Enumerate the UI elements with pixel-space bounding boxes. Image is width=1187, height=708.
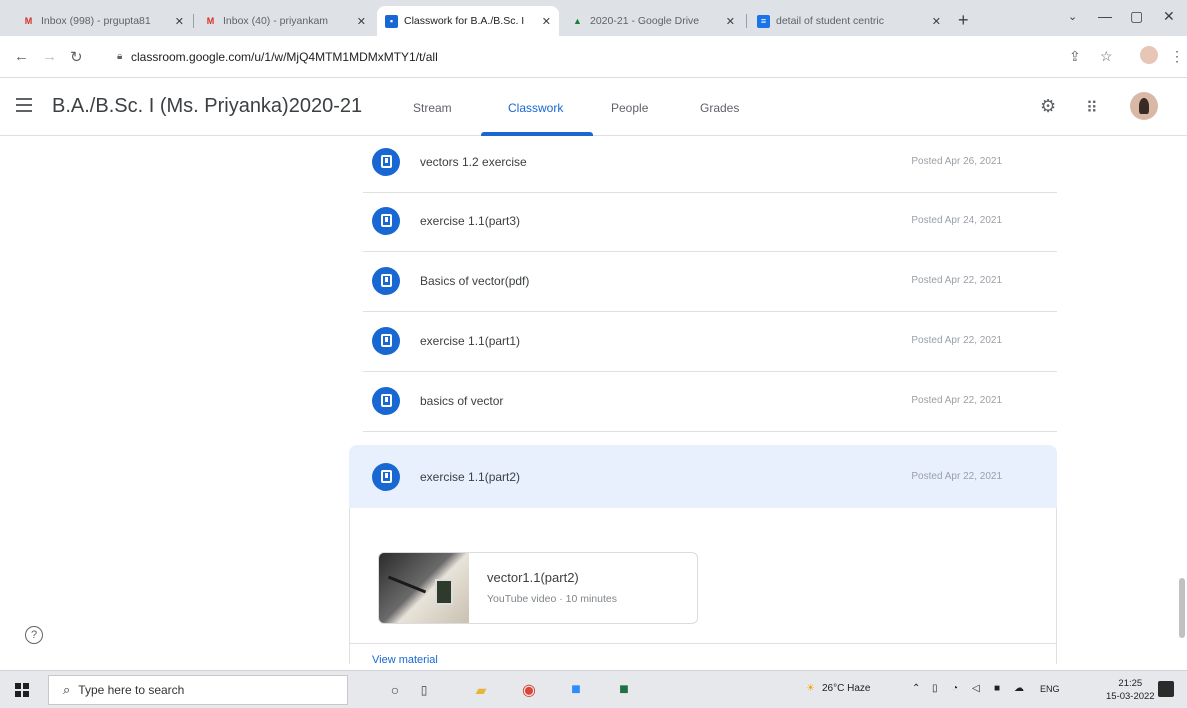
material-icon	[372, 386, 400, 415]
tab-people[interactable]: People	[611, 101, 648, 115]
share-icon[interactable]: ⇪	[1069, 48, 1081, 65]
classwork-item[interactable]: basics of vector Posted Apr 22, 2021	[363, 370, 1057, 432]
address-bar[interactable]: classroom.google.com/u/1/w/MjQ4MTM1MDMxM…	[131, 50, 438, 64]
tab-separator	[193, 14, 194, 28]
material-icon	[372, 326, 400, 355]
item-title: exercise 1.1(part3)	[420, 213, 521, 228]
task-view-icon[interactable]: ▯	[413, 679, 435, 701]
tab-separator	[746, 14, 747, 28]
taskbar-search[interactable]: ⌕ Type here to search	[48, 675, 348, 705]
browser-toolbar: ← → ↻ 🔒︎ classroom.google.com/u/1/w/MjQ4…	[0, 36, 1187, 78]
classwork-item[interactable]: vectors 1.2 exercise Posted Apr 26, 2021	[363, 131, 1057, 193]
new-tab-button[interactable]: +	[958, 10, 969, 31]
browser-tab-strip: M Inbox (998) - prgupta81 ✕ M Inbox (40)…	[0, 0, 1187, 36]
classroom-header: B.A./B.Sc. I (Ms. Priyanka)2020-21 Strea…	[0, 78, 1187, 136]
minimize-button[interactable]: —	[1098, 8, 1112, 24]
window-close-button[interactable]: ✕	[1163, 8, 1175, 25]
main-menu-icon[interactable]	[16, 98, 32, 112]
network-icon[interactable]: ◔	[952, 683, 958, 694]
item-posted-date: Posted Apr 24, 2021	[911, 215, 1002, 226]
camera-icon[interactable]: ■	[994, 683, 1000, 694]
tab-classwork[interactable]: Classwork	[508, 101, 563, 115]
item-title: exercise 1.1(part2)	[420, 469, 521, 484]
tab-grades[interactable]: Grades	[700, 101, 739, 115]
lock-icon: 🔒︎	[117, 51, 123, 62]
file-explorer-icon[interactable]: ▰	[470, 679, 492, 701]
material-icon	[372, 462, 400, 491]
material-icon	[372, 266, 400, 295]
clock[interactable]: 21:25 15-03-2022	[1106, 677, 1155, 703]
classwork-item[interactable]: Basics of vector(pdf) Posted Apr 22, 202…	[363, 250, 1057, 312]
close-icon[interactable]: ✕	[542, 15, 551, 28]
item-posted-date: Posted Apr 22, 2021	[911, 335, 1002, 346]
maximize-button[interactable]: ▢	[1130, 8, 1143, 25]
attachment-title: vector1.1(part2)	[487, 570, 579, 585]
browser-tab-gmail-2[interactable]: M Inbox (40) - priyankam ✕	[196, 6, 374, 36]
reload-icon[interactable]: ↻	[70, 48, 83, 66]
close-icon[interactable]: ✕	[932, 15, 941, 28]
browser-menu-icon[interactable]: ⋮	[1170, 48, 1184, 65]
windows-start-icon[interactable]	[15, 683, 29, 697]
windows-taskbar: ⌕ Type here to search ○ ▯ ▰ ◉ ■ ■ ☀ 26°C…	[0, 670, 1187, 708]
close-icon[interactable]: ✕	[726, 15, 735, 28]
weather-icon: ☀	[806, 683, 815, 694]
search-icon: ⌕	[63, 682, 71, 697]
item-posted-date: Posted Apr 26, 2021	[911, 156, 1002, 167]
classroom-icon: ▪	[385, 14, 398, 28]
video-thumbnail	[379, 553, 469, 623]
item-title: Basics of vector(pdf)	[420, 273, 530, 288]
browser-tab-classroom[interactable]: ▪ Classwork for B.A./B.Sc. I ✕	[377, 6, 559, 36]
drive-icon: ▲	[573, 16, 582, 26]
youtube-attachment-card[interactable]: vector1.1(part2) YouTube video · 10 minu…	[378, 552, 698, 624]
view-material-link[interactable]: View material	[372, 654, 438, 664]
cortana-icon[interactable]: ○	[384, 679, 406, 701]
classwork-item[interactable]: exercise 1.1(part1) Posted Apr 22, 2021	[363, 310, 1057, 372]
battery-icon[interactable]: ▯	[932, 683, 938, 694]
divider	[350, 643, 1056, 644]
weather-text[interactable]: 26°C Haze	[822, 683, 870, 694]
volume-icon[interactable]: ◁	[972, 683, 980, 694]
bookmark-star-icon[interactable]: ☆	[1100, 48, 1113, 65]
help-icon[interactable]: ?	[25, 626, 43, 644]
notification-icon[interactable]	[1158, 681, 1174, 697]
item-posted-date: Posted Apr 22, 2021	[911, 471, 1002, 482]
clock-time: 21:25	[1118, 678, 1143, 689]
tab-search-icon[interactable]: ⌄	[1068, 10, 1077, 23]
gmail-icon: M	[206, 16, 215, 26]
language-indicator[interactable]: ENG	[1040, 684, 1060, 694]
back-icon[interactable]: ←	[14, 48, 29, 65]
material-icon	[372, 147, 400, 176]
excel-icon[interactable]: ■	[613, 679, 635, 701]
class-title[interactable]: B.A./B.Sc. I (Ms. Priyanka)2020-21	[52, 95, 362, 118]
settings-icon[interactable]: ⚙	[1040, 96, 1056, 117]
gmail-icon: M	[24, 16, 33, 26]
classwork-item-expanded[interactable]: exercise 1.1(part2) Posted Apr 22, 2021	[349, 445, 1057, 508]
attachment-subtitle: YouTube video · 10 minutes	[487, 593, 617, 605]
close-icon[interactable]: ✕	[357, 15, 366, 28]
material-icon	[372, 206, 400, 235]
item-posted-date: Posted Apr 22, 2021	[911, 395, 1002, 406]
expanded-item-body: vector1.1(part2) YouTube video · 10 minu…	[349, 508, 1057, 664]
apps-grid-icon[interactable]: ⠿	[1086, 98, 1098, 118]
chrome-icon[interactable]: ◉	[518, 679, 540, 701]
clock-date: 15-03-2022	[1106, 691, 1155, 702]
item-title: basics of vector	[420, 393, 504, 408]
tray-chevron-icon[interactable]: ⌃	[912, 683, 920, 694]
item-title: exercise 1.1(part1)	[420, 333, 521, 348]
item-title: vectors 1.2 exercise	[420, 154, 527, 169]
tab-stream[interactable]: Stream	[413, 101, 452, 115]
browser-tab-sheets[interactable]: ≡ detail of student centric ✕	[749, 6, 949, 36]
page-scrollbar[interactable]	[1179, 578, 1185, 638]
close-icon[interactable]: ✕	[175, 15, 184, 28]
cloud-icon[interactable]: ☁	[1014, 683, 1024, 694]
sheets-icon: ≡	[757, 14, 770, 28]
classwork-item[interactable]: exercise 1.1(part3) Posted Apr 24, 2021	[363, 190, 1057, 252]
browser-tab-drive[interactable]: ▲ 2020-21 - Google Drive ✕	[563, 6, 743, 36]
forward-icon[interactable]: →	[42, 48, 57, 65]
item-posted-date: Posted Apr 22, 2021	[911, 275, 1002, 286]
browser-tab-gmail-1[interactable]: M Inbox (998) - prgupta81 ✕	[14, 6, 192, 36]
profile-avatar[interactable]	[1140, 46, 1158, 64]
account-avatar[interactable]	[1130, 92, 1158, 120]
zoom-icon[interactable]: ■	[565, 679, 587, 701]
